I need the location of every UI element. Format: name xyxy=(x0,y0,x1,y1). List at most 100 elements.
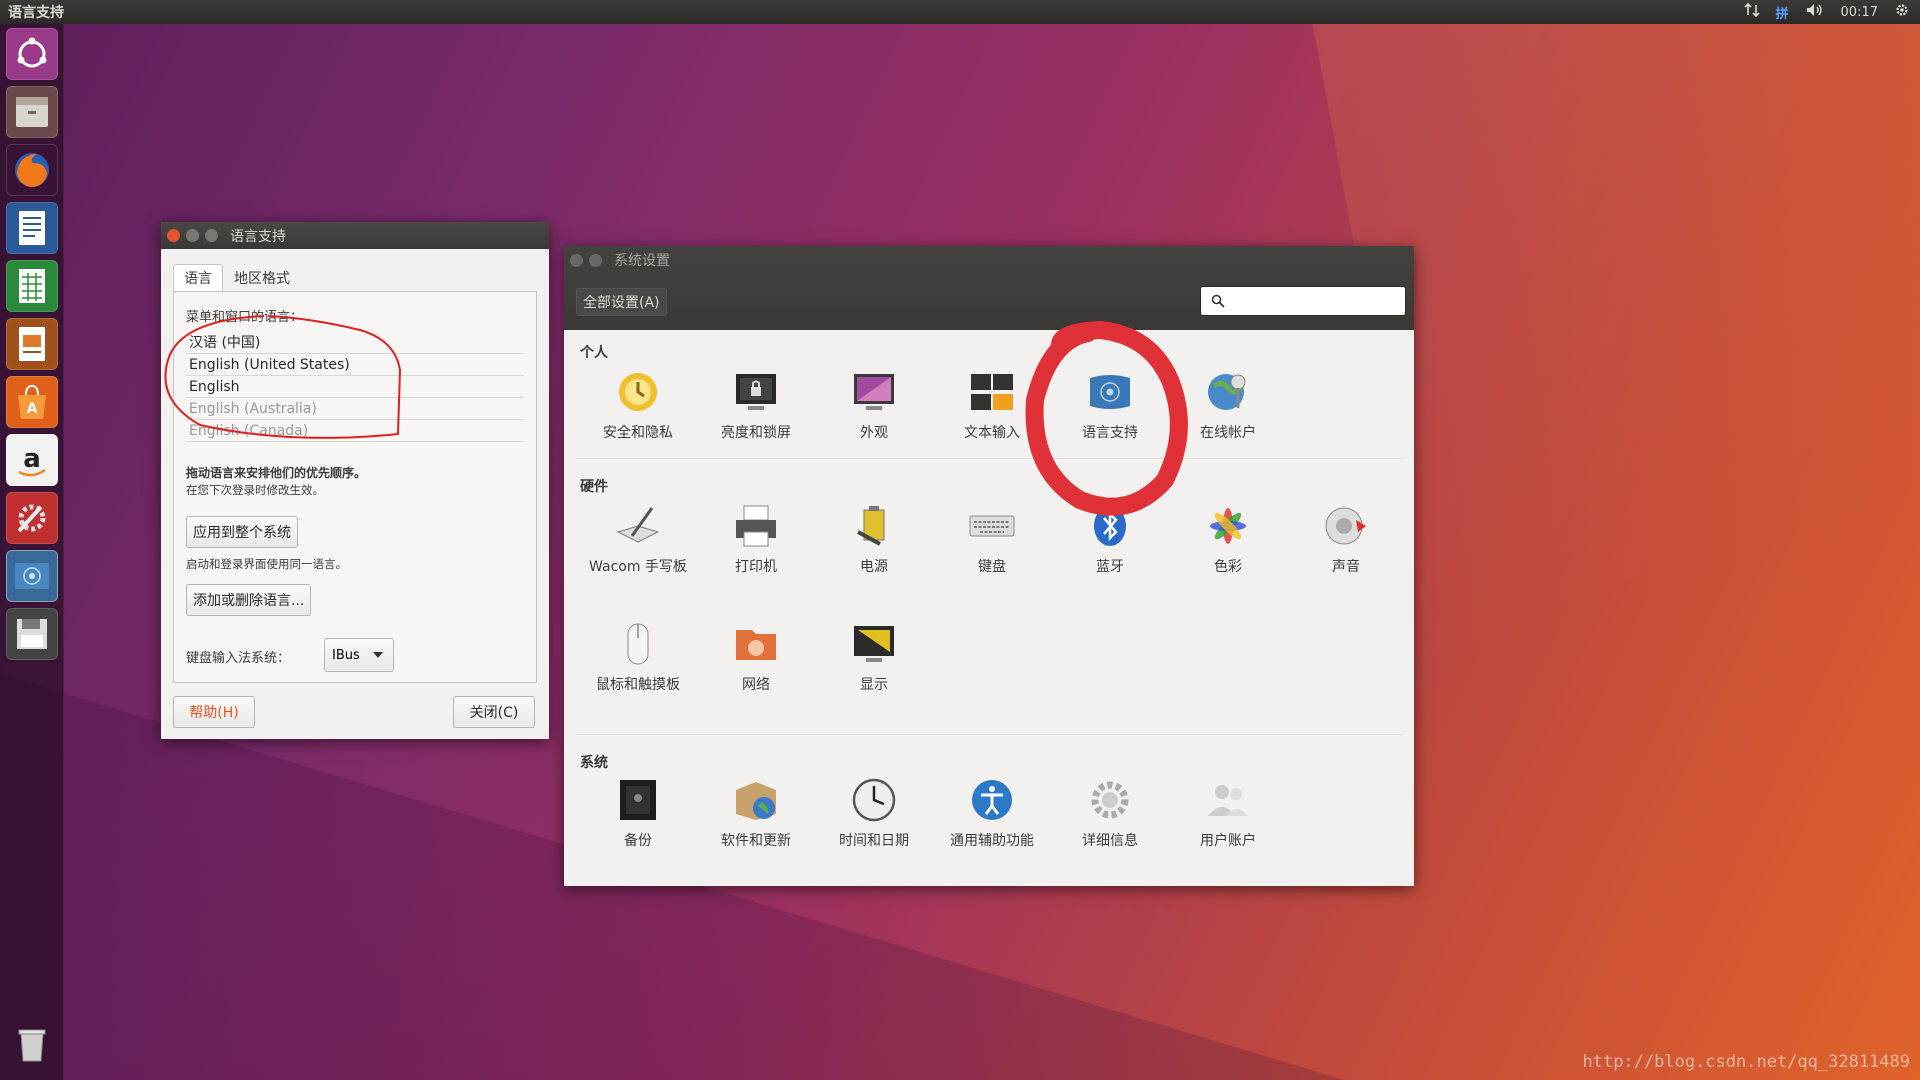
section-divider xyxy=(576,458,1402,459)
wacom-tablet-icon xyxy=(616,507,660,543)
dash-home-icon[interactable] xyxy=(6,28,58,80)
wacom-tablet-item[interactable]: Wacom 手写板 xyxy=(586,502,690,576)
network-item[interactable]: 网络 xyxy=(704,620,808,694)
login-hint: 启动和登录界面使用同一语言。 xyxy=(186,557,347,571)
item-label: 安全和隐私 xyxy=(603,425,673,441)
language-item[interactable]: English xyxy=(186,376,524,398)
minimize-window-button[interactable] xyxy=(589,253,602,267)
bluetooth-icon xyxy=(1094,506,1126,546)
trash-icon[interactable] xyxy=(6,1018,58,1070)
firefox-icon[interactable] xyxy=(6,144,58,196)
appearance-item[interactable]: 外观 xyxy=(822,368,926,442)
item-label: 蓝牙 xyxy=(1096,559,1124,575)
impress-icon[interactable] xyxy=(6,318,58,370)
language-item[interactable]: English (Canada) xyxy=(186,420,524,442)
printer-icon xyxy=(736,505,776,547)
language-item[interactable]: 汉语 (中国) xyxy=(186,332,524,354)
software-updates-icon xyxy=(736,782,776,820)
add-remove-languages-button[interactable]: 添加或删除语言... xyxy=(186,584,312,616)
appearance-icon xyxy=(854,374,894,410)
language-support-icon[interactable] xyxy=(6,550,58,602)
all-settings-button[interactable]: 全部设置(A) xyxy=(576,288,667,316)
volume-icon[interactable] xyxy=(1805,2,1825,22)
system-settings-icon[interactable] xyxy=(6,492,58,544)
display-item[interactable]: 显示 xyxy=(822,620,926,694)
system-settings-window: 系统设置 全部设置(A) 个人 安全和隐私 亮度和锁屏 外观 文本输入 语言支持… xyxy=(564,246,1414,886)
text-entry-icon xyxy=(971,374,1013,410)
sound-item[interactable]: 声音 xyxy=(1294,502,1398,576)
close-button[interactable]: 关闭(C) xyxy=(453,696,535,728)
color-icon xyxy=(1210,508,1246,544)
item-label: 电源 xyxy=(860,559,888,575)
close-window-button[interactable] xyxy=(167,229,180,242)
item-label: 通用辅助功能 xyxy=(950,833,1034,849)
display-icon xyxy=(854,626,894,662)
relogin-hint: 在您下次登录时修改生效。 xyxy=(186,483,324,497)
language-list[interactable]: 汉语 (中国) English (United States) English … xyxy=(186,332,524,442)
item-label: 文本输入 xyxy=(964,425,1020,441)
close-window-button[interactable] xyxy=(570,253,583,267)
bluetooth-item[interactable]: 蓝牙 xyxy=(1058,502,1162,576)
keyboard-item[interactable]: 键盘 xyxy=(940,502,1044,576)
network-folder-icon xyxy=(736,630,776,660)
language-support-window: 语言支持 语言 地区格式 菜单和窗口的语言： 汉语 (中国) English (… xyxy=(161,222,549,739)
section-divider xyxy=(576,734,1402,735)
mouse-touchpad-item[interactable]: 鼠标和触摸板 xyxy=(586,620,690,694)
accessibility-item[interactable]: 通用辅助功能 xyxy=(940,776,1044,850)
brightness-lock-item[interactable]: 亮度和锁屏 xyxy=(704,368,808,442)
power-item[interactable]: 电源 xyxy=(822,502,926,576)
lock-screen-icon xyxy=(736,374,776,410)
search-input[interactable] xyxy=(1200,286,1406,316)
language-support-icon xyxy=(1090,375,1130,409)
maximize-window-button[interactable] xyxy=(205,229,218,242)
writer-icon[interactable] xyxy=(6,202,58,254)
amazon-icon[interactable]: a xyxy=(6,434,58,486)
settings-header: 系统设置 全部设置(A) xyxy=(564,246,1414,330)
watermark: http://blog.csdn.net/qq_32811489 xyxy=(1582,1052,1910,1072)
users-icon xyxy=(1208,785,1248,816)
files-icon[interactable] xyxy=(6,86,58,138)
item-label: 网络 xyxy=(742,677,770,693)
language-item[interactable]: English (Australia) xyxy=(186,398,524,420)
mouse-icon xyxy=(627,623,649,665)
network-icon[interactable] xyxy=(1743,2,1760,22)
tab-language[interactable]: 语言 xyxy=(173,264,223,292)
apply-system-wide-button[interactable]: 应用到整个系统 xyxy=(186,516,298,548)
item-label: 软件和更新 xyxy=(721,833,791,849)
user-accounts-item[interactable]: 用户账户 xyxy=(1176,776,1280,850)
gear-icon[interactable] xyxy=(1894,2,1910,22)
drag-hint: 拖动语言来安排他们的优先顺序。 xyxy=(186,466,367,480)
item-label: Wacom 手写板 xyxy=(589,559,687,575)
minimize-window-button[interactable] xyxy=(186,229,199,242)
item-label: 显示 xyxy=(860,677,888,693)
input-method-label: 键盘输入法系统： xyxy=(186,651,291,666)
input-method-icon[interactable]: 拼 xyxy=(1776,3,1789,22)
item-label: 打印机 xyxy=(735,559,777,575)
backup-item[interactable]: 备份 xyxy=(586,776,690,850)
calc-icon[interactable] xyxy=(6,260,58,312)
language-item[interactable]: English (United States) xyxy=(186,354,524,376)
clock[interactable]: 00:17 xyxy=(1841,5,1878,20)
save-disk-icon[interactable] xyxy=(6,608,58,660)
online-accounts-item[interactable]: 在线帐户 xyxy=(1176,368,1280,442)
section-title-hardware: 硬件 xyxy=(580,479,608,495)
clock-icon xyxy=(852,778,896,822)
time-date-item[interactable]: 时间和日期 xyxy=(822,776,926,850)
input-method-select[interactable]: IBus xyxy=(324,638,394,672)
window-titlebar: 语言支持 xyxy=(161,222,549,249)
security-privacy-item[interactable]: 安全和隐私 xyxy=(586,368,690,442)
tab-bar: 语言 地区格式 xyxy=(173,264,301,292)
software-updates-item[interactable]: 软件和更新 xyxy=(704,776,808,850)
color-item[interactable]: 色彩 xyxy=(1176,502,1280,576)
details-item[interactable]: 详细信息 xyxy=(1058,776,1162,850)
keyboard-icon xyxy=(969,515,1015,537)
item-label: 外观 xyxy=(860,425,888,441)
printer-item[interactable]: 打印机 xyxy=(704,502,808,576)
tab-regional-formats[interactable]: 地区格式 xyxy=(223,264,301,292)
software-center-icon[interactable]: A xyxy=(6,376,58,428)
item-label: 鼠标和触摸板 xyxy=(596,677,680,693)
text-entry-item[interactable]: 文本输入 xyxy=(940,368,1044,442)
language-support-item[interactable]: 语言支持 xyxy=(1058,368,1162,442)
help-button[interactable]: 帮助(H) xyxy=(173,696,255,728)
item-label: 用户账户 xyxy=(1200,833,1256,849)
